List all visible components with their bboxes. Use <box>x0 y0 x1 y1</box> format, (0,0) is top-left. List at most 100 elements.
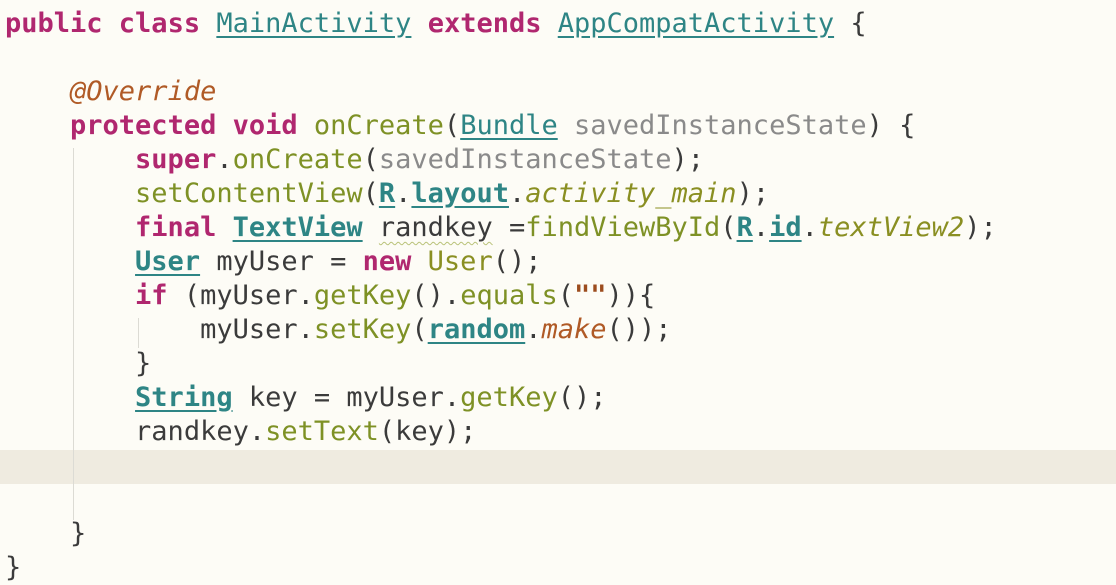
code-token: (); <box>492 246 542 277</box>
code-token: ( <box>557 280 575 311</box>
code-token: activity_main <box>525 178 737 209</box>
code-token: void <box>232 110 314 141</box>
code-token: protected <box>70 110 233 141</box>
code-token: = <box>492 212 526 243</box>
code-token: R <box>378 178 396 209</box>
code-token: setContentView <box>135 178 363 209</box>
code-token: ( <box>443 110 461 141</box>
code-token: . <box>508 178 526 209</box>
code-token: ( <box>411 314 428 345</box>
code-token: final <box>135 212 233 243</box>
code-token: } <box>135 348 152 379</box>
code-token: savedInstanceState <box>574 110 867 141</box>
code-line[interactable]: User myUser = new User(); <box>5 245 541 279</box>
code-token: . <box>801 212 818 243</box>
code-token: savedInstanceState <box>378 144 672 175</box>
code-token: getKey <box>460 382 558 413</box>
code-token: . <box>216 144 233 175</box>
code-token: (key); <box>378 416 477 447</box>
code-token: onCreate <box>232 144 363 175</box>
code-token: ( <box>720 212 737 243</box>
code-token: @Override <box>70 76 217 107</box>
code-line[interactable]: randkey.setText(key); <box>5 415 476 449</box>
code-token: if <box>135 280 184 311</box>
code-token: myUser. <box>200 314 314 345</box>
code-line[interactable]: @Override <box>5 75 216 109</box>
code-token: User <box>135 246 201 277</box>
code-token: getKey <box>313 280 412 311</box>
code-token: (myUser. <box>183 280 314 311</box>
current-line-highlight <box>0 450 1116 484</box>
code-line[interactable]: } <box>5 347 151 381</box>
code-line[interactable]: if (myUser.getKey().equals("")){ <box>5 279 655 313</box>
code-token: . <box>525 314 542 345</box>
code-token: Bundle <box>460 110 558 141</box>
code-token: MainActivity <box>216 8 412 39</box>
code-token: ( <box>362 178 379 209</box>
code-line[interactable]: public class MainActivity extends AppCom… <box>5 7 867 41</box>
code-token: findViewById <box>525 212 721 243</box>
code-token: R <box>736 212 753 243</box>
code-token: { <box>834 8 867 39</box>
code-token: (); <box>557 382 607 413</box>
code-token: class <box>118 8 217 39</box>
code-token: key = myUser. <box>232 382 461 413</box>
code-line[interactable]: } <box>5 551 21 585</box>
code-token: randkey <box>378 212 493 243</box>
code-token: . <box>752 212 770 243</box>
code-token: public <box>5 8 119 39</box>
code-token: make <box>541 314 607 345</box>
code-token: String <box>135 382 233 413</box>
code-token: ) { <box>866 110 916 141</box>
code-token: textView2 <box>817 212 965 243</box>
code-line[interactable]: super.onCreate(savedInstanceState); <box>5 143 704 177</box>
code-token: id <box>769 212 802 243</box>
code-token: ); <box>671 144 705 175</box>
code-token: random <box>427 314 526 345</box>
code-token: TextView <box>232 212 363 243</box>
code-token: ); <box>736 178 770 209</box>
code-token: AppCompatActivity <box>557 8 835 39</box>
code-token: User <box>427 246 493 277</box>
code-token: "" <box>574 280 607 311</box>
code-token: ); <box>964 212 997 243</box>
code-line[interactable]: String key = myUser.getKey(); <box>5 381 607 415</box>
code-token: )){ <box>606 280 656 311</box>
code-line[interactable]: final TextView randkey =findViewById(R.i… <box>5 211 997 245</box>
code-token: (). <box>411 280 461 311</box>
code-line[interactable]: myUser.setKey(random.make()); <box>5 313 671 347</box>
code-token: myUser = <box>200 246 363 277</box>
code-token: new <box>362 246 428 277</box>
code-token: } <box>70 518 87 549</box>
code-token: super <box>135 144 217 175</box>
code-token: ( <box>362 144 379 175</box>
code-token: equals <box>460 280 558 311</box>
code-token: randkey. <box>135 416 266 447</box>
code-token: extends <box>427 8 558 39</box>
code-line[interactable]: setContentView(R.layout.activity_main); <box>5 177 769 211</box>
code-line[interactable]: protected void onCreate(Bundle savedInst… <box>5 109 915 143</box>
code-token: } <box>5 552 22 583</box>
code-token: onCreate <box>313 110 444 141</box>
code-token: setKey <box>313 314 412 345</box>
code-token: . <box>395 178 412 209</box>
code-editor[interactable]: public class MainActivity extends AppCom… <box>0 0 1116 585</box>
code-token: layout <box>411 178 509 209</box>
code-line[interactable]: } <box>5 517 86 551</box>
code-token: setText <box>265 416 379 447</box>
